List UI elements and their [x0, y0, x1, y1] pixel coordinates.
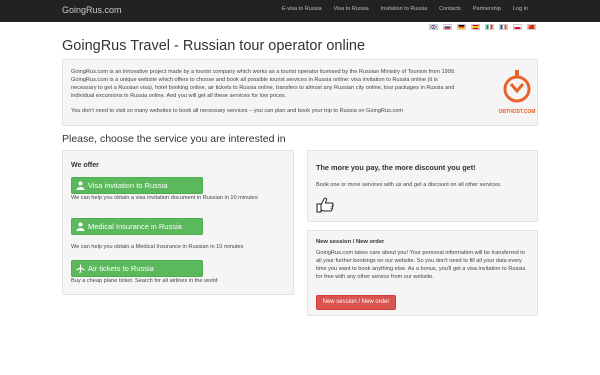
visa-invitation-desc: We can help you obtain a visa invitation…: [71, 195, 258, 201]
french-flag-icon[interactable]: [499, 24, 508, 30]
polish-flag-icon[interactable]: [513, 24, 522, 30]
user-icon: [76, 181, 85, 190]
new-session-text: GoingRus.com takes care about you! Your …: [316, 250, 526, 280]
spanish-flag-icon[interactable]: [471, 24, 480, 30]
visa-invitation-button[interactable]: Visa invitation to Russia: [71, 177, 203, 194]
nav-evisa[interactable]: E-visa to Russia: [282, 6, 322, 12]
thumbs-up-icon: [316, 197, 334, 213]
new-session-panel: New session / New order GoingRus.com tak…: [307, 230, 538, 316]
medical-insurance-desc: We can help you obtain a Medical Insuran…: [71, 244, 244, 250]
top-navbar: GoingRus.com E-visa to Russia Visa to Ru…: [0, 0, 600, 22]
user-icon: [76, 222, 85, 231]
nav-contacts[interactable]: Contacts: [439, 6, 461, 12]
logo-text: OBTHOST.COM: [499, 109, 536, 115]
nav-visa[interactable]: Visa to Russia: [334, 6, 369, 12]
nav-login[interactable]: Log in: [513, 6, 528, 12]
italian-flag-icon[interactable]: [485, 24, 494, 30]
offer-heading: We offer: [71, 162, 99, 169]
nav-partnership[interactable]: Partnership: [473, 6, 501, 12]
new-session-heading: New session / New order: [316, 239, 385, 245]
nav-menu: E-visa to Russia Visa to Russia Invitati…: [270, 6, 528, 12]
offer-panel: We offer Visa invitation to Russia We ca…: [62, 150, 294, 295]
intro-paragraph-1: GoingRus.com is an innovative project ma…: [71, 69, 456, 99]
intro-paragraph-2: You don't need to visit so many websites…: [71, 108, 404, 114]
medical-insurance-button[interactable]: Medical Insurance in Russia: [71, 218, 203, 235]
discount-panel: The more you pay, the more discount you …: [307, 150, 538, 222]
plane-icon: [76, 264, 85, 273]
discount-heading: The more you pay, the more discount you …: [316, 163, 476, 172]
chinese-flag-icon[interactable]: [527, 24, 536, 30]
company-logo-icon: OBTHOST.COM: [499, 70, 536, 115]
air-tickets-desc: Buy a cheap plane ticket. Search for all…: [71, 278, 218, 284]
choose-service-heading: Please, choose the service you are inter…: [62, 133, 286, 145]
air-tickets-button[interactable]: Air tickets to Russia: [71, 260, 203, 277]
english-flag-icon[interactable]: [429, 24, 438, 30]
german-flag-icon[interactable]: [457, 24, 466, 30]
nav-invitation[interactable]: Invitation to Russia: [381, 6, 427, 12]
russian-flag-icon[interactable]: [443, 24, 452, 30]
discount-text: Book one or more services with us and ge…: [316, 182, 502, 188]
page-title: GoingRus Travel - Russian tour operator …: [62, 38, 366, 54]
language-switcher: [429, 24, 536, 30]
brand-link[interactable]: GoingRus.com: [62, 5, 122, 15]
intro-panel: GoingRus.com is an innovative project ma…: [62, 59, 538, 126]
new-session-button[interactable]: New session / New order: [316, 295, 396, 310]
